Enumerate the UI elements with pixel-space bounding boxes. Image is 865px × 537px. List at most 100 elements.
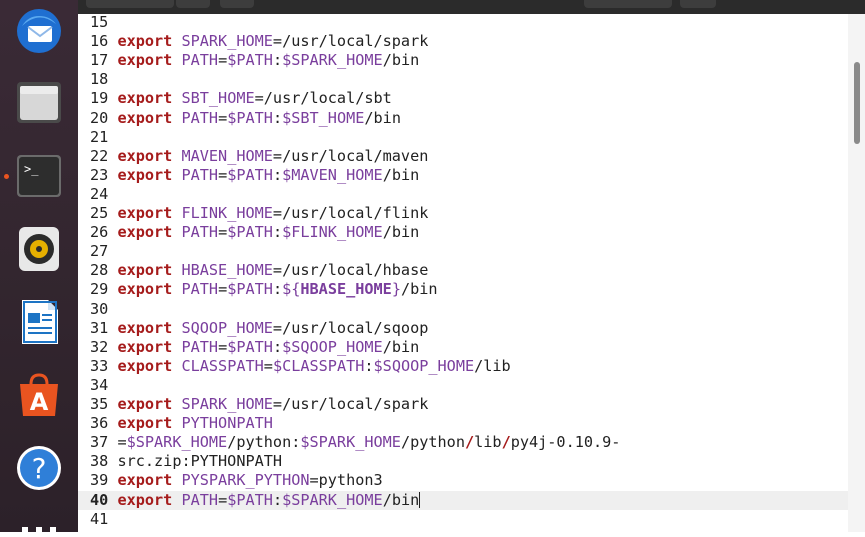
text-token: : [272, 490, 283, 509]
ubuntu-software-icon[interactable]: A [14, 370, 64, 420]
editor-line[interactable]: 37 =$SPARK_HOME/python:$SPARK_HOME/pytho… [90, 433, 620, 452]
editor-line[interactable]: 34 [90, 376, 117, 395]
variable-token: SPARK_HOME [181, 32, 273, 51]
editor-line[interactable]: 33 export CLASSPATH=$CLASSPATH:$SQOOP_HO… [90, 357, 511, 376]
text-token: /bin [382, 51, 420, 70]
vertical-scrollbar[interactable] [848, 14, 865, 532]
text-editor[interactable]: 15 16 export SPARK_HOME=/usr/local/spark… [78, 14, 848, 532]
text-token: =/usr/local/maven [272, 146, 429, 165]
keyword-token: export [117, 89, 173, 108]
editor-line[interactable]: 21 [90, 128, 117, 147]
terminal-icon[interactable]: >_ [14, 151, 64, 201]
editor-line[interactable]: 27 [90, 242, 117, 261]
keyword-token: export [117, 32, 173, 51]
header-button[interactable] [176, 0, 210, 8]
variable-token: HBASE_HOME [181, 261, 273, 280]
variable-token: SPARK_HOME [181, 395, 273, 413]
editor-line[interactable]: 24 [90, 185, 117, 204]
text-token: : [272, 51, 283, 70]
line-number: 37 [90, 433, 109, 452]
text-token: lib [474, 433, 502, 452]
keyword-token: / [464, 433, 475, 452]
editor-line[interactable]: 20 export PATH=$PATH:$SBT_HOME/bin [90, 109, 401, 128]
line-number: 30 [90, 299, 109, 318]
variable-token: $PATH [227, 280, 273, 299]
variable-token: HBASE_HOME [300, 280, 392, 299]
keyword-token: export [117, 356, 173, 375]
variable-token: CLASSPATH [181, 356, 264, 375]
text-token: /python [400, 433, 465, 452]
text-token: =/usr/local/hbase [272, 261, 429, 280]
editor-line[interactable]: 41 [90, 510, 117, 529]
text-token: : [272, 165, 283, 184]
variable-token: PATH [181, 165, 219, 184]
keyword-token: export [117, 490, 173, 509]
variable-token: } [391, 280, 401, 299]
variable-token: $SQOOP_HOME [282, 337, 383, 356]
editor-line[interactable]: 28 export HBASE_HOME=/usr/local/hbase [90, 261, 428, 280]
editor-line[interactable]: 18 [90, 70, 117, 89]
text-token: = [117, 433, 127, 452]
variable-token: $PATH [227, 108, 273, 127]
editor-line[interactable]: 15 [90, 14, 117, 32]
variable-token: $PATH [227, 165, 273, 184]
editor-line[interactable]: 16 export SPARK_HOME=/usr/local/spark [90, 32, 428, 51]
scrollbar-thumb[interactable] [854, 62, 860, 144]
editor-line[interactable]: 30 [90, 300, 117, 319]
header-button[interactable] [680, 0, 716, 8]
help-icon[interactable]: ? [14, 443, 64, 493]
text-token: /bin [364, 108, 401, 127]
line-number: 21 [90, 127, 109, 146]
editor-line[interactable]: 39 export PYSPARK_PYTHON=python3 [90, 471, 383, 490]
editor-line[interactable]: 25 export FLINK_HOME=/usr/local/flink [90, 204, 428, 223]
editor-line[interactable]: 32 export PATH=$PATH:$SQOOP_HOME/bin [90, 338, 419, 357]
editor-line[interactable]: 35 export SPARK_HOME=/usr/local/spark [90, 395, 428, 414]
editor-line[interactable]: 17 export PATH=$PATH:$SPARK_HOME/bin [90, 51, 419, 70]
editor-line[interactable]: 23 export PATH=$PATH:$MAVEN_HOME/bin [90, 166, 419, 185]
variable-token: PATH [181, 280, 219, 299]
files-icon[interactable] [14, 77, 64, 127]
editor-line[interactable]: 19 export SBT_HOME=/usr/local/sbt [90, 89, 392, 108]
variable-token: PATH [181, 108, 219, 127]
rhythmbox-icon[interactable] [14, 224, 64, 274]
text-token: =/usr/local/flink [272, 204, 429, 222]
editor-line[interactable]: 22 export MAVEN_HOME=/usr/local/maven [90, 147, 428, 166]
text-token: : [272, 337, 283, 356]
editor-line[interactable]: 40 export PATH=$PATH:$SPARK_HOME/bin [78, 490, 848, 510]
text-token: = [263, 356, 273, 375]
text-token: : [364, 356, 374, 375]
text-cursor [419, 492, 421, 508]
keyword-token: export [117, 337, 173, 356]
keyword-token: export [117, 165, 173, 184]
text-token: /bin [382, 337, 420, 356]
variable-token: PATH [181, 490, 219, 509]
editor-line[interactable]: 36 export PYTHONPATH [90, 414, 273, 433]
line-number: 18 [90, 70, 109, 89]
variable-token: $PATH [227, 337, 273, 356]
header-button[interactable] [584, 0, 672, 8]
text-token: = [218, 280, 228, 299]
variable-token: PYTHONPATH [181, 414, 273, 433]
show-apps-icon[interactable] [14, 518, 64, 533]
editor-line[interactable]: 31 export SQOOP_HOME=/usr/local/sqoop [90, 319, 428, 338]
editor-line[interactable]: 38 src.zip:PYTHONPATH [90, 452, 282, 471]
text-token: /bin [382, 223, 420, 242]
variable-token: FLINK_HOME [181, 204, 273, 222]
variable-token: MAVEN_HOME [181, 146, 273, 165]
header-button[interactable] [220, 0, 254, 8]
line-number: 19 [90, 89, 109, 108]
keyword-token: export [117, 414, 173, 433]
keyword-token: export [117, 280, 173, 299]
thunderbird-icon[interactable] [14, 6, 64, 56]
header-button[interactable] [86, 0, 174, 8]
text-token: = [218, 51, 228, 70]
editor-line[interactable]: 29 export PATH=$PATH:${HBASE_HOME}/bin [90, 280, 438, 299]
keyword-token: export [117, 471, 173, 490]
line-number: 20 [90, 108, 109, 127]
line-number: 24 [90, 184, 109, 203]
variable-token: $PATH [227, 490, 273, 509]
editor-line[interactable]: 26 export PATH=$PATH:$FLINK_HOME/bin [90, 223, 419, 242]
text-token: : [272, 280, 283, 299]
line-number: 28 [90, 261, 109, 280]
libreoffice-writer-icon[interactable] [14, 297, 64, 347]
